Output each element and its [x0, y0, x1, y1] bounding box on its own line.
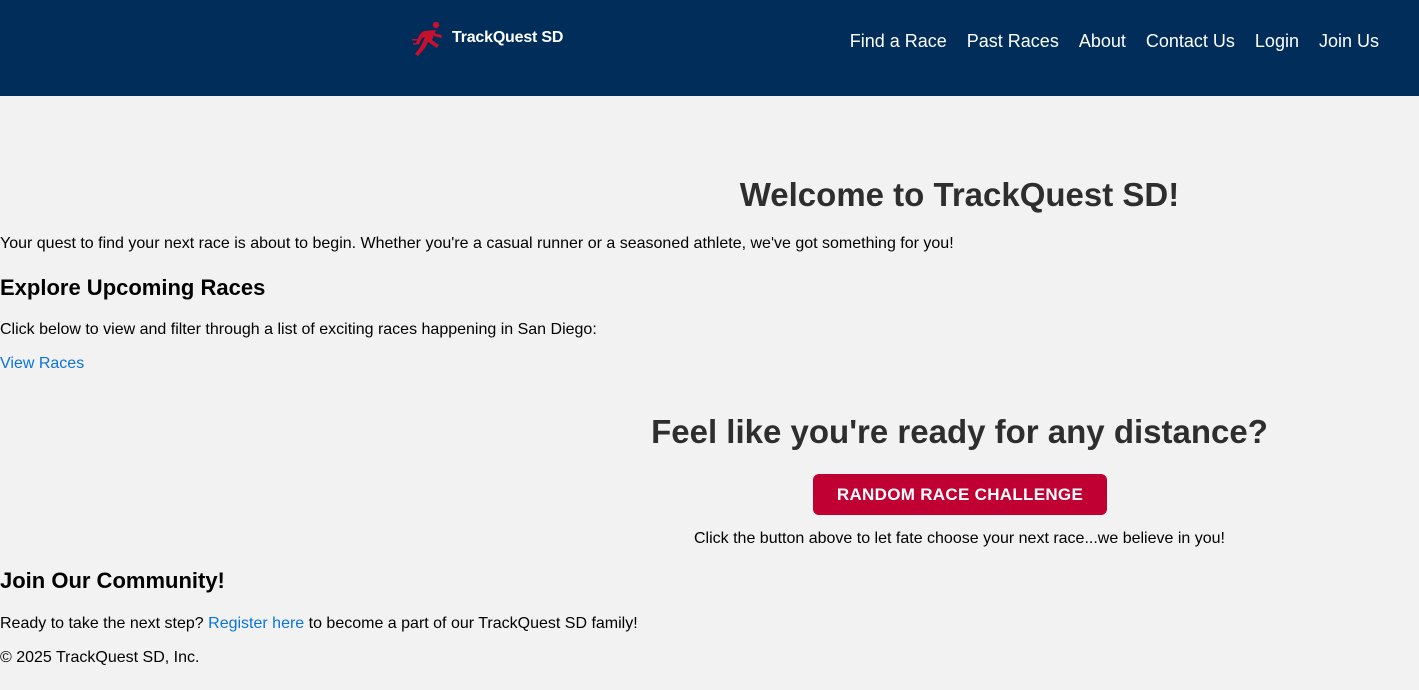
site-header: TrackQuest SD Find a Race Past Races Abo…: [0, 0, 1419, 96]
nav-join-us[interactable]: Join Us: [1319, 30, 1379, 52]
logo-text: TrackQuest SD: [452, 29, 564, 46]
view-races-link[interactable]: View Races: [0, 355, 84, 373]
footer-copyright: © 2025 TrackQuest SD, Inc.: [0, 649, 200, 666]
main-nav: Find a Race Past Races About Contact Us …: [850, 30, 1379, 52]
challenge-text: Click the button above to let fate choos…: [694, 530, 1225, 547]
register-link[interactable]: Register here: [208, 615, 304, 632]
explore-title: Explore Upcoming Races: [0, 275, 266, 300]
challenge-title: Feel like you're ready for any distance?: [651, 413, 1268, 450]
random-race-challenge-button[interactable]: RANDOM RACE CHALLENGE: [813, 474, 1107, 515]
nav-contact-us[interactable]: Contact Us: [1146, 30, 1235, 52]
community-text-before: Ready to take the next step?: [0, 615, 204, 632]
community-text-after: to become a part of our TrackQuest SD fa…: [308, 615, 638, 632]
explore-text: Click below to view and filter through a…: [0, 321, 597, 338]
community-title: Join Our Community!: [0, 568, 225, 593]
community-text: Ready to take the next step? Register he…: [0, 615, 638, 633]
site-logo[interactable]: TrackQuest SD: [412, 21, 563, 57]
nav-login[interactable]: Login: [1255, 30, 1299, 52]
nav-past-races[interactable]: Past Races: [967, 30, 1059, 52]
runner-icon: [412, 21, 448, 57]
nav-find-a-race[interactable]: Find a Race: [850, 30, 947, 52]
nav-about[interactable]: About: [1079, 30, 1126, 52]
welcome-title: Welcome to TrackQuest SD!: [739, 176, 1180, 213]
welcome-intro: Your quest to find your next race is abo…: [0, 235, 954, 252]
